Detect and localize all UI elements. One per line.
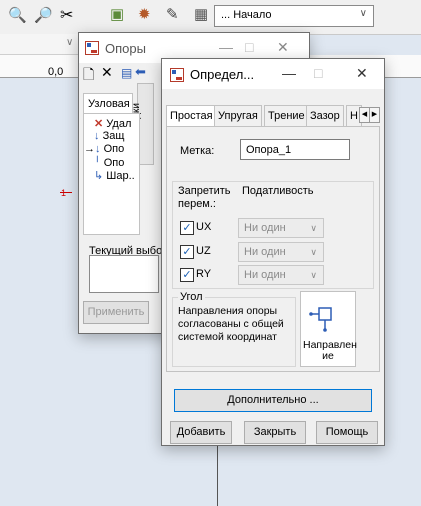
ruler-origin-label: 0,0 — [48, 66, 64, 78]
tab-uprugaya[interactable]: Упругая — [214, 105, 262, 126]
apply-button[interactable]: Применить — [83, 301, 149, 324]
angle-text: Направления опоры согласованы с общей си… — [178, 305, 284, 343]
chevron-down-icon: ∨ — [359, 8, 367, 19]
ux-checkbox[interactable]: ✓ — [180, 221, 194, 235]
properties-icon[interactable]: ▤ — [121, 66, 132, 80]
opred-titlebar[interactable]: Определ... — □ ✕ — [162, 59, 384, 89]
maximize-icon[interactable]: □ — [314, 65, 322, 81]
tab-uzlovaya-label: Узловая — [88, 98, 130, 110]
tree-item[interactable]: ↳ Шар.. — [94, 169, 135, 182]
top-toolbar: 🔍 🔎 ✂ ▣ ✹ ✎ ▦ ... Начало ∨ — [0, 0, 421, 35]
opory-title: Опоры — [105, 41, 146, 56]
angle-label: Угол — [178, 291, 205, 303]
support-icon: ↓ — [94, 130, 100, 142]
tab-scroll-right[interactable]: ▶ — [369, 107, 380, 123]
ry-label: RY — [196, 268, 212, 280]
ry-compliance-select: Ни один ∨ — [238, 265, 324, 285]
current-selection-box[interactable] — [89, 255, 159, 293]
brush-icon[interactable]: ✎ — [166, 5, 179, 23]
tab-trenie[interactable]: Трение — [264, 105, 309, 126]
uz-compliance-select: Ни один ∨ — [238, 242, 324, 262]
hinge-icon: ↳ — [94, 170, 104, 182]
minimize-icon[interactable]: — — [282, 65, 296, 81]
uz-checkbox[interactable]: ✓ — [180, 245, 194, 259]
close-icon[interactable]: ✕ — [277, 39, 289, 56]
close-button[interactable]: Закрыть — [244, 421, 306, 444]
zoom-out-icon[interactable]: 🔎 — [34, 6, 53, 24]
tab-uzlovaya[interactable]: Узловая — [83, 93, 133, 114]
label-input[interactable]: Опора_1 — [240, 139, 350, 160]
ry-checkbox[interactable]: ✓ — [180, 268, 194, 282]
arrow-right-icon: → — [84, 143, 95, 155]
more-button[interactable]: Дополнительно ... — [174, 389, 372, 412]
ux-compliance-select: Ни один ∨ — [238, 218, 324, 238]
tree-item[interactable]: ↓ Защ — [94, 130, 124, 142]
direction-button[interactable]: Направлен ие — [300, 291, 357, 367]
arrow-icon[interactable]: ⬅ — [135, 64, 146, 80]
close-icon[interactable]: ✕ — [356, 65, 368, 82]
start-combo[interactable]: ... Начало ∨ — [214, 5, 374, 27]
tree-item-selected[interactable]: →↓ Опо — [84, 143, 124, 155]
uz-label: UZ — [196, 245, 211, 257]
chevron-down-icon: ∨ — [310, 247, 317, 257]
compliance-header: Податливость — [242, 185, 314, 197]
support-icon: ↓ — [95, 143, 101, 155]
label-field-label: Метка: — [180, 145, 215, 157]
tab-prostaya[interactable]: Простая — [166, 105, 217, 126]
axis-marker: 1 — [61, 188, 67, 198]
image-icon[interactable]: ▣ — [110, 5, 124, 23]
grid-icon[interactable]: ▦ — [194, 5, 208, 23]
tab-zazor[interactable]: Зазор — [306, 105, 344, 126]
tool-icon[interactable]: ✹ — [138, 5, 151, 23]
app-icon — [170, 68, 184, 82]
ux-label: UX — [196, 221, 212, 233]
app-icon — [85, 41, 99, 55]
maximize-icon[interactable]: □ — [245, 39, 253, 55]
opred-title: Определ... — [190, 67, 255, 82]
support-tree[interactable]: ✕ Удал ↓ Защ →↓ Опо ╵ Опо ↳ Шар.. — [83, 113, 140, 235]
chevron-down-icon[interactable]: ∨ — [66, 37, 73, 48]
tree-item[interactable]: ✕ Удал — [94, 117, 131, 130]
zoom-icon[interactable]: 🔍 — [8, 6, 27, 24]
tab-strip: Простая Упругая Трение Зазор Н ◀ ▶ — [166, 105, 380, 126]
chevron-down-icon: ∨ — [310, 270, 317, 280]
restrict-header: Запретить перем.: — [178, 185, 231, 210]
coordinate-system-icon — [309, 307, 332, 332]
tree-item[interactable]: ╵ Опо — [94, 156, 124, 169]
new-doc-icon[interactable]: 🗋 — [83, 64, 94, 88]
add-button[interactable]: Добавить — [170, 421, 232, 444]
minimize-icon[interactable]: — — [219, 39, 233, 55]
opred-window: Определ... — □ ✕ Простая Упругая Трение … — [161, 58, 385, 446]
support-icon: ╵ — [94, 157, 101, 169]
secondary-toolbar: ∨ — [0, 34, 85, 55]
pan-icon[interactable]: ✂ — [60, 5, 73, 25]
delete-icon: ✕ — [94, 118, 104, 130]
delete-icon[interactable]: ✕ — [101, 64, 113, 81]
start-combo-value: ... Начало — [221, 9, 272, 21]
help-button[interactable]: Помощь — [316, 421, 378, 444]
axis-tick — [60, 192, 72, 193]
chevron-down-icon: ∨ — [310, 223, 317, 233]
direction-button-label: Направлен ие — [303, 339, 357, 362]
